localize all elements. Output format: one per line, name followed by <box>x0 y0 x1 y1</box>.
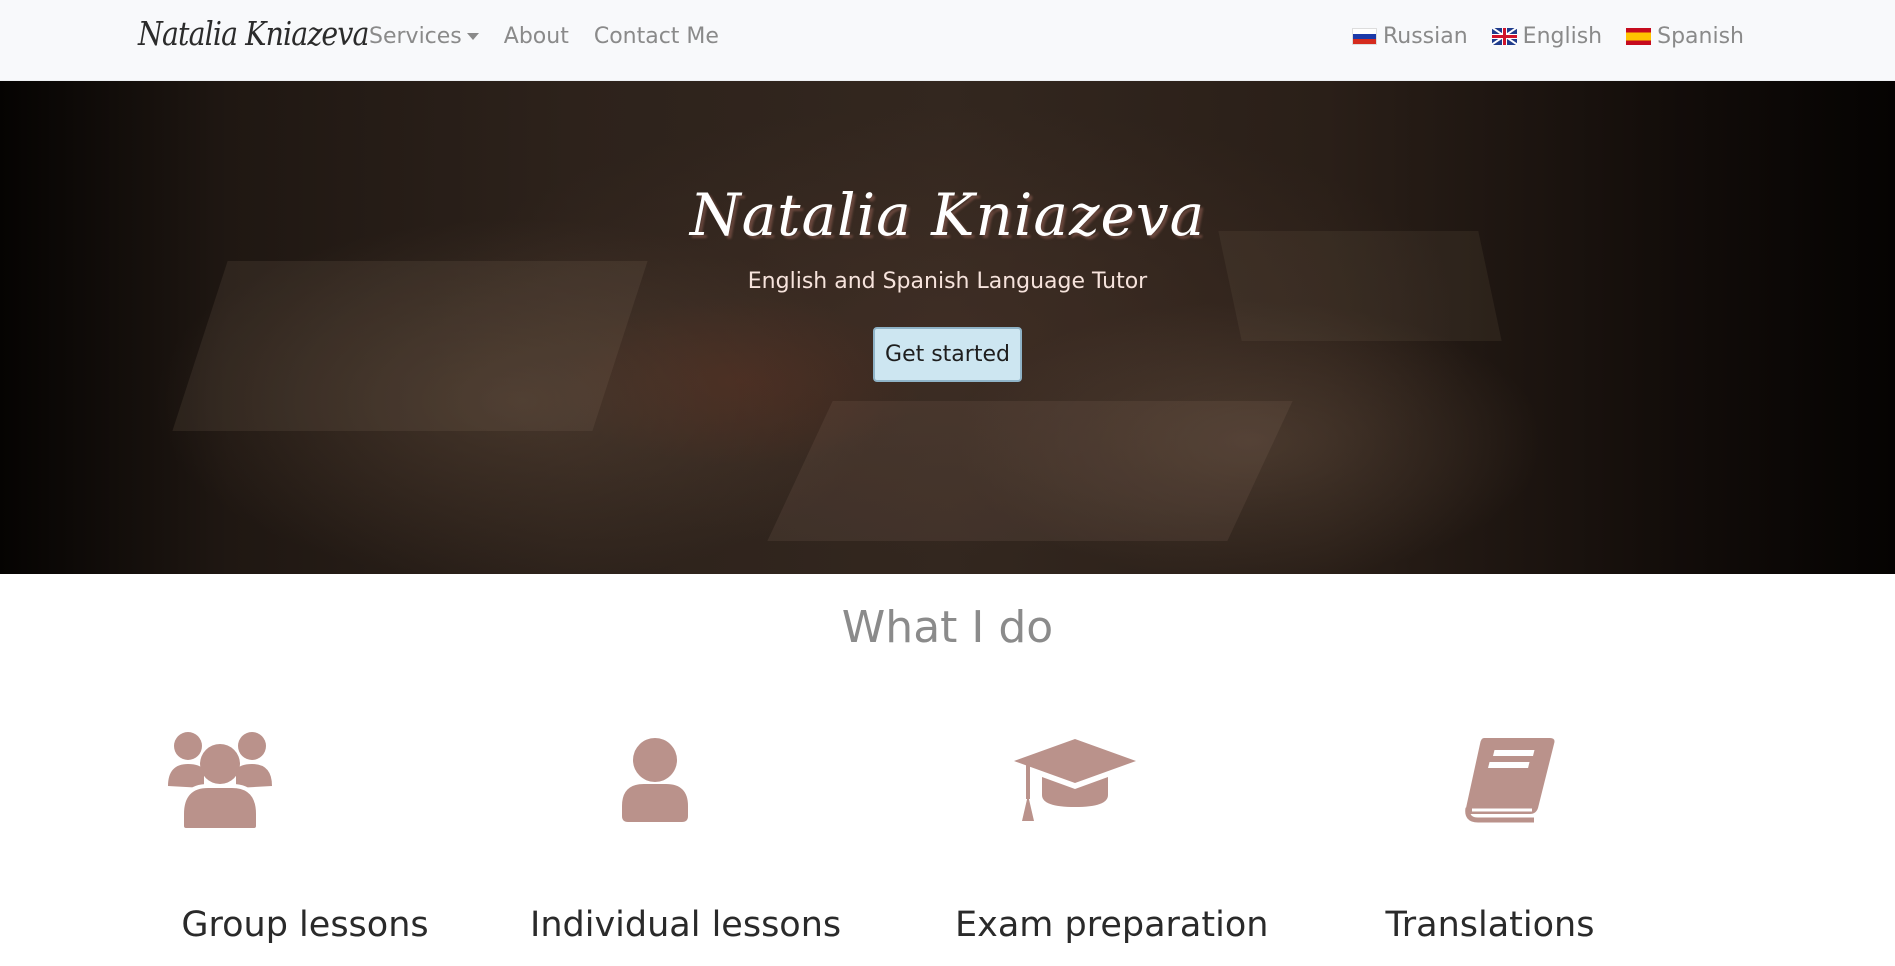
lang-spanish-link[interactable]: Spanish <box>1626 24 1744 49</box>
book-icon <box>1455 725 1565 835</box>
nav-menu: Services About Contact Me <box>369 24 744 49</box>
service-group-lessons[interactable]: Group lessons <box>155 725 455 966</box>
get-started-button[interactable]: Get started <box>873 327 1022 382</box>
user-icon <box>600 725 710 835</box>
lang-russian-link[interactable]: Russian <box>1351 24 1468 49</box>
russia-flag-icon <box>1351 28 1377 45</box>
chevron-down-icon <box>466 33 479 40</box>
users-icon <box>165 725 275 835</box>
service-label: Exam preparation <box>955 905 1269 945</box>
hero-title: Natalia Kniazeva <box>689 181 1206 249</box>
language-switcher: Russian English Spanish <box>1328 24 1744 49</box>
nav-about-link[interactable]: About <box>504 24 569 49</box>
brand-logo[interactable]: Natalia Kniazeva <box>138 14 369 53</box>
section-title: What I do <box>841 602 1054 653</box>
lang-spanish-label: Spanish <box>1657 24 1744 49</box>
graduation-cap-icon <box>1010 725 1140 835</box>
lang-english-link[interactable]: English <box>1491 24 1603 49</box>
uk-flag-icon <box>1491 28 1517 45</box>
hero-banner: Natalia Kniazeva English and Spanish Lan… <box>0 81 1895 574</box>
service-individual-lessons[interactable]: Individual lessons <box>530 725 842 966</box>
service-label: Individual lessons <box>530 905 842 945</box>
service-label: Group lessons <box>181 905 429 945</box>
nav-services-dropdown[interactable]: Services <box>369 24 479 49</box>
service-exam-preparation[interactable]: Exam preparation <box>955 725 1269 966</box>
spain-flag-icon <box>1626 28 1652 45</box>
nav-contact-link[interactable]: Contact Me <box>594 24 719 49</box>
lang-russian-label: Russian <box>1382 24 1468 49</box>
top-navbar: Natalia Kniazeva Services About Contact … <box>0 0 1895 81</box>
service-label: Translations <box>1385 905 1595 945</box>
hero-background-decor <box>767 401 1293 541</box>
service-translations[interactable]: Translations <box>1340 725 1640 966</box>
nav-services-label: Services <box>369 24 462 49</box>
lang-english-label: English <box>1522 24 1603 49</box>
hero-subtitle: English and Spanish Language Tutor <box>747 269 1148 294</box>
